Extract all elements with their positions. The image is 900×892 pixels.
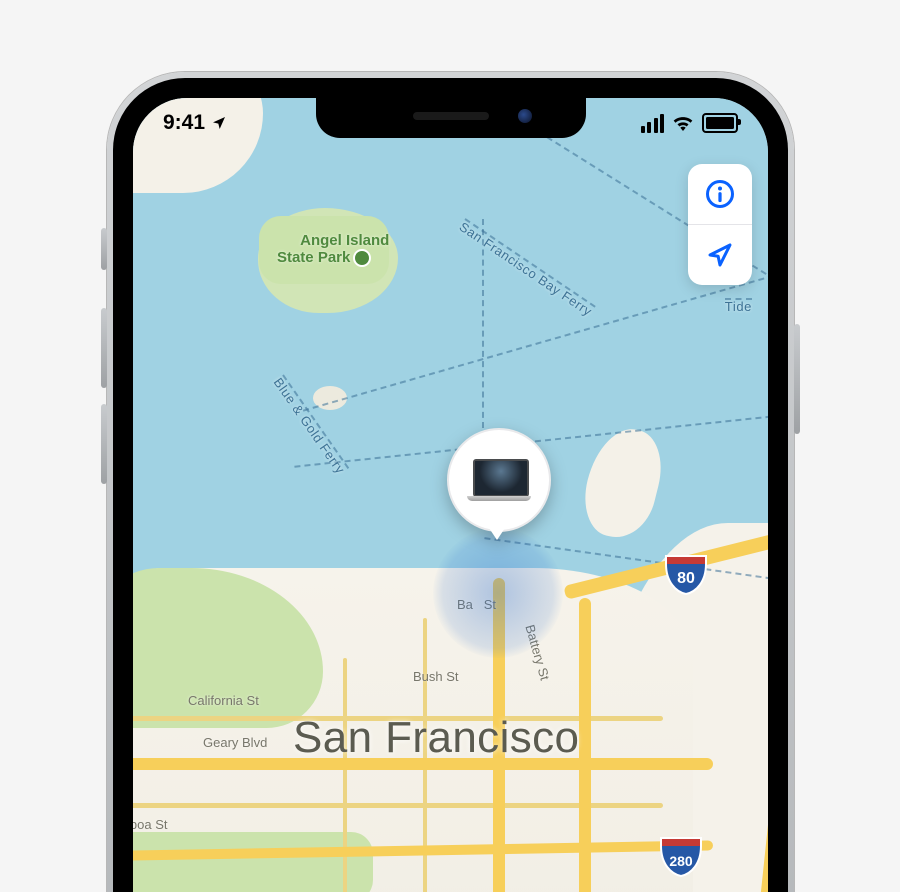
city-label: San Francisco [293, 714, 579, 762]
street-label: Bush St [413, 670, 459, 684]
macbook-icon [467, 459, 531, 501]
ferry-label: Tide [725, 298, 752, 300]
interstate-shield-icon: 80 [664, 554, 708, 596]
map-controls [688, 164, 752, 285]
device-location-pin[interactable] [447, 428, 547, 558]
wifi-icon [672, 115, 694, 131]
park-label: Angel Island State Park [259, 216, 389, 284]
street-label: California St [188, 694, 259, 708]
info-button[interactable] [688, 164, 752, 224]
screen: 9:41 [133, 98, 768, 892]
phone-frame: 9:41 [107, 72, 794, 892]
volume-up-button [101, 308, 107, 388]
map-view[interactable]: Angel Island State Park Blue & Gold Ferr… [133, 98, 768, 892]
volume-down-button [101, 404, 107, 484]
street-label: lboa St [133, 818, 167, 832]
status-time: 9:41 [163, 111, 205, 135]
location-arrow-icon [705, 240, 735, 270]
interstate-shield-icon: 280 [659, 836, 703, 878]
ringer-switch [101, 228, 107, 270]
side-button [794, 324, 800, 434]
battery-icon [702, 113, 738, 133]
info-icon [705, 179, 735, 209]
location-services-icon [211, 115, 227, 131]
cellular-icon [641, 114, 665, 133]
notch [316, 98, 586, 138]
locate-me-button[interactable] [688, 225, 752, 285]
street-label: Geary Blvd [203, 736, 267, 750]
